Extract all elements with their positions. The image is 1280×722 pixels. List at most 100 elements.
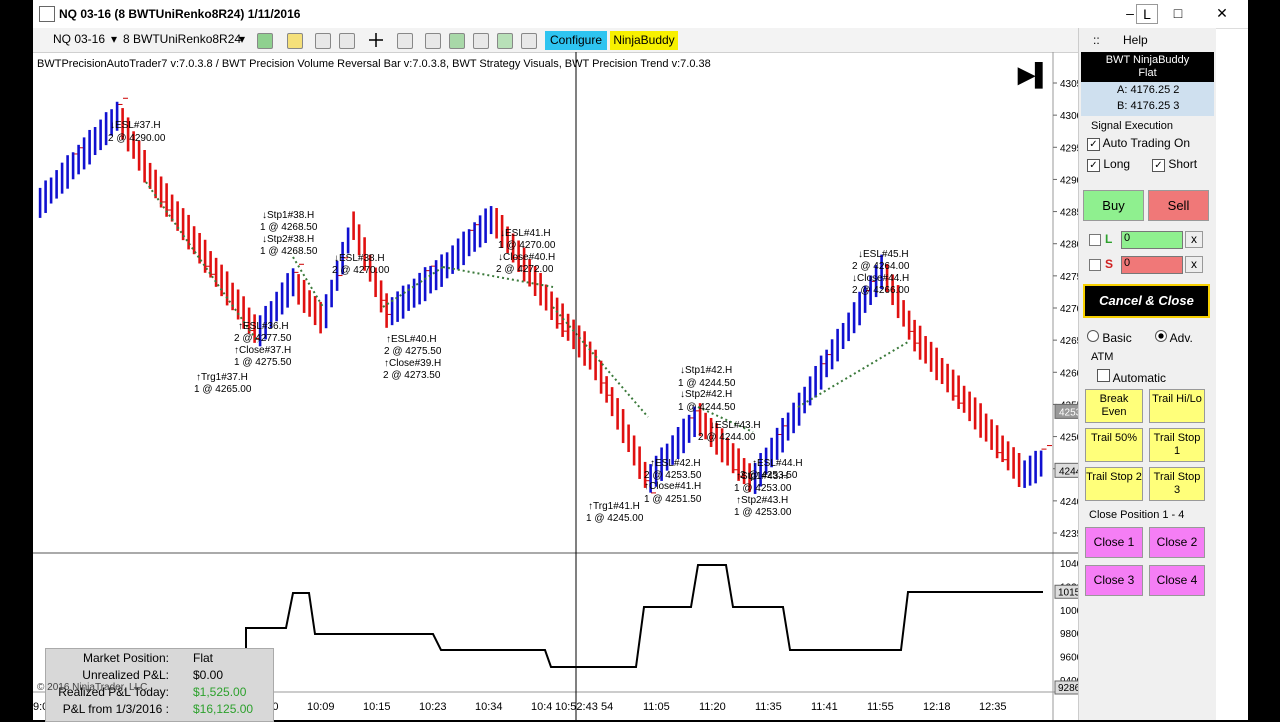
auto-trading-checkbox[interactable]: ✓ Auto Trading On: [1087, 136, 1190, 151]
l-checkbox[interactable]: [1089, 234, 1101, 246]
down-bar: [731, 443, 735, 474]
trade-annotation: ↓Close#44.H: [852, 273, 909, 284]
time-tick-label: 11:35: [755, 701, 782, 713]
trade-annotation: 1 @ 4244.50: [678, 378, 736, 389]
up-bar: [456, 238, 460, 270]
down-bar: [313, 296, 317, 326]
down-bar: [940, 358, 944, 384]
up-bar: [440, 254, 443, 287]
down-bar: [297, 274, 300, 305]
trade-annotation: 2 @ 4275.50: [384, 346, 442, 357]
zoom-icon[interactable]: [397, 33, 413, 49]
up-bar: [396, 291, 399, 322]
s-clear-button[interactable]: x: [1185, 256, 1203, 273]
close4-button[interactable]: Close 4: [1149, 565, 1205, 596]
up-bar: [1034, 450, 1037, 484]
down-bar: [577, 325, 581, 358]
l-quantity-input[interactable]: 0: [1121, 231, 1183, 249]
panel-grip-icon[interactable]: ::: [1093, 33, 1100, 47]
up-bar: [412, 278, 416, 308]
trade-annotation: 1 @ 4268.50: [260, 222, 318, 233]
close-window-button[interactable]: ✕: [1205, 2, 1239, 24]
up-bar: [286, 273, 289, 308]
snapshot-icon[interactable]: [473, 33, 489, 49]
l-clear-button[interactable]: x: [1185, 231, 1203, 248]
up-bar: [423, 267, 427, 302]
up-bar: [808, 376, 812, 406]
pencil-icon[interactable]: [287, 33, 303, 49]
trail-stop3-button[interactable]: Trail Stop 3: [1149, 467, 1205, 501]
link-button[interactable]: L: [1136, 4, 1158, 24]
bartype-dropdown-icon[interactable]: ▾: [239, 32, 245, 46]
break-even-button[interactable]: Break Even: [1085, 389, 1143, 423]
automatic-checkbox[interactable]: Automatic: [1097, 369, 1166, 385]
down-bar: [605, 376, 608, 403]
bartype-selector[interactable]: 8 BWTUniRenko8R24: [123, 32, 241, 46]
trail-stop1-button[interactable]: Trail Stop 1: [1149, 428, 1205, 462]
down-bar: [594, 349, 597, 381]
trade-annotation: 1 @ 4270.00: [498, 240, 556, 251]
adv-radio[interactable]: Adv.: [1155, 330, 1193, 345]
indicators-legend: BWTPrecisionAutoTrader7 v:7.0.3.8 / BWT …: [37, 58, 711, 70]
ninjabuddy-button[interactable]: NinjaBuddy: [610, 31, 678, 50]
up-bar: [792, 402, 795, 434]
close1-button[interactable]: Close 1: [1085, 527, 1143, 558]
up-bar: [819, 355, 823, 390]
trail-50-button[interactable]: Trail 50%: [1085, 428, 1143, 462]
add-indicator-icon[interactable]: [315, 33, 331, 49]
down-bar: [170, 194, 174, 222]
basic-radio[interactable]: Basic: [1087, 330, 1132, 345]
short-checkbox[interactable]: ✓ Short: [1152, 157, 1197, 172]
s-checkbox[interactable]: [1089, 259, 1101, 271]
data-box-icon[interactable]: [449, 33, 465, 49]
down-bar: [995, 425, 999, 459]
trail-stop2-button[interactable]: Trail Stop 2: [1085, 467, 1143, 501]
down-bar: [214, 257, 218, 287]
buy-button[interactable]: Buy: [1083, 190, 1144, 221]
bar-style-icon[interactable]: [257, 33, 273, 49]
crosshair-icon[interactable]: [369, 33, 383, 47]
buddy-status: Flat: [1138, 67, 1157, 79]
up-bar: [836, 328, 839, 362]
since-value: $16,125.00: [193, 702, 254, 716]
trade-annotation: ↑Stp1#43.H: [736, 471, 788, 482]
up-bar: [346, 227, 350, 254]
maximize-button[interactable]: □: [1161, 2, 1195, 24]
l-label: L: [1105, 232, 1113, 246]
remove-indicator-icon[interactable]: [339, 33, 355, 49]
long-checkbox[interactable]: ✓ Long: [1087, 157, 1130, 172]
configure-button[interactable]: Configure: [545, 31, 607, 50]
trade-annotation: ↓Close#40.H: [498, 252, 555, 263]
close3-button[interactable]: Close 3: [1085, 565, 1143, 596]
market-position-value: Flat: [193, 651, 214, 665]
s-quantity-input[interactable]: 0: [1121, 256, 1183, 274]
up-bar: [478, 215, 482, 248]
up-bar: [489, 206, 493, 235]
trade-annotation: 1 @ 4275.50: [234, 357, 292, 368]
up-bar: [841, 322, 845, 349]
scroll-to-end-icon[interactable]: ▶▌: [1018, 62, 1051, 88]
up-bar: [1028, 455, 1032, 486]
properties-icon[interactable]: [425, 33, 441, 49]
cancel-close-button[interactable]: Cancel & Close: [1083, 284, 1210, 318]
buddy-header: BWT NinjaBuddy Flat: [1081, 52, 1214, 82]
up-bar: [104, 112, 108, 146]
trade-annotation: ↑Close#41.H: [644, 481, 701, 492]
trade-annotation: 2 @ 4290.00: [108, 133, 166, 144]
unrealized-value: $0.00: [193, 668, 224, 682]
instrument-dropdown-icon[interactable]: ▾: [111, 32, 117, 46]
instrument-selector[interactable]: NQ 03-16: [53, 32, 105, 46]
dollar-icon[interactable]: [497, 33, 513, 49]
down-bar: [979, 403, 982, 438]
trade-annotation: ↑Close#39.H: [384, 358, 441, 369]
chart-area[interactable]: ↓ESL#37.H 2 @ 4290.00 ↓Stp1#38.H 1 @ 4268.5…: [33, 52, 1111, 722]
close2-button[interactable]: Close 2: [1149, 527, 1205, 558]
down-bar: [308, 290, 311, 317]
price-chart[interactable]: ↓ESL#37.H2 @ 4290.00↓Stp1#38.H1 @ 4268.5…: [33, 52, 1111, 720]
time-tick-label: 10:15: [363, 701, 391, 713]
help-menu[interactable]: Help: [1123, 33, 1148, 47]
sell-button[interactable]: Sell: [1148, 190, 1209, 221]
trail-hilo-button[interactable]: Trail Hi/Lo: [1149, 389, 1205, 423]
down-bar: [550, 291, 553, 320]
chart-trader-icon[interactable]: [521, 33, 537, 49]
